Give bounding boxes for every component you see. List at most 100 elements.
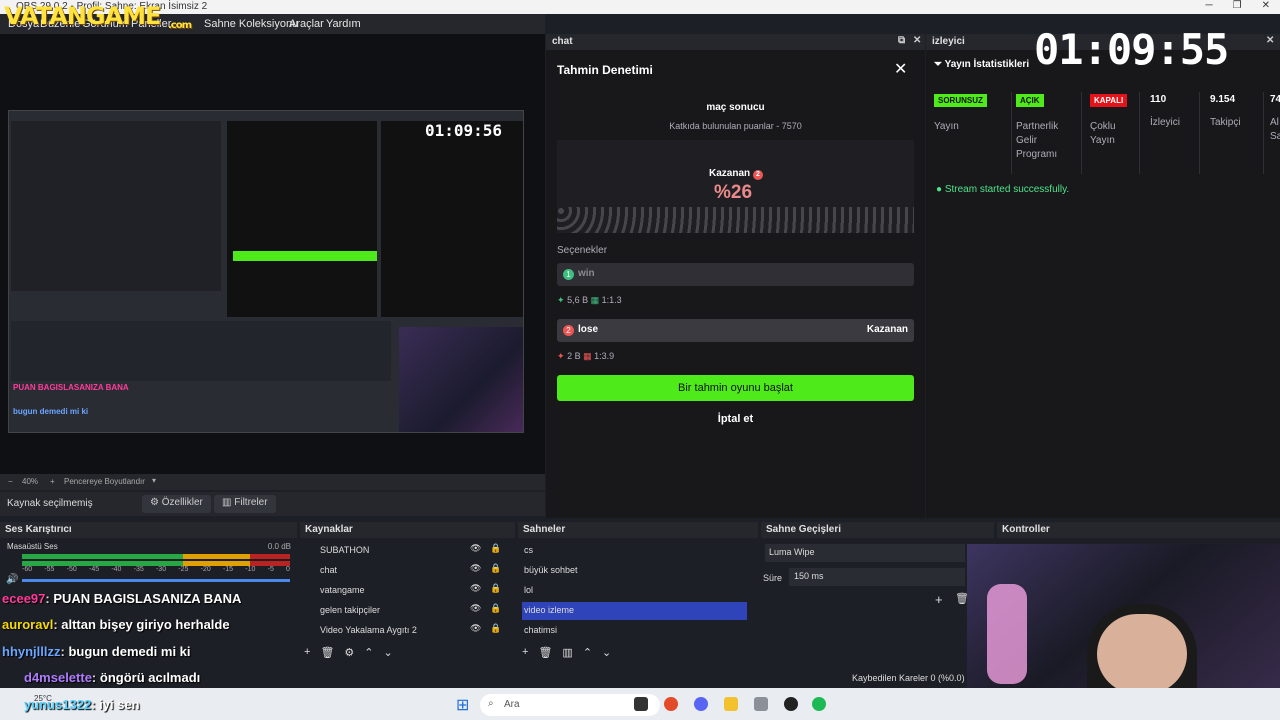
search-icon: ⌕ bbox=[488, 698, 494, 709]
source-item[interactable]: vatangame 👁 🔒 bbox=[304, 582, 511, 600]
source-item[interactable]: chat 👁 🔒 bbox=[304, 562, 511, 580]
gear-icon: ⚙ bbox=[150, 497, 162, 508]
fit-dropdown-icon[interactable]: ▾ bbox=[152, 476, 156, 485]
add-icon[interactable]: + bbox=[304, 646, 310, 659]
meter-scale: -60 -55 -50 -45 -40 -35 -30 -25 -20 -15 -10 -5 0 bbox=[22, 566, 290, 573]
stream-status-message: ● Stream started successfully. bbox=[936, 184, 1070, 195]
no-source-label: Kaynak seçilmemiş bbox=[7, 498, 93, 509]
volume-meter bbox=[22, 554, 290, 559]
option-number: 2 bbox=[563, 325, 574, 336]
option-lose[interactable]: 2 lose Kazanan bbox=[557, 319, 914, 342]
arrow-up-icon[interactable]: ⌃ bbox=[583, 646, 592, 659]
taskbar-search[interactable]: ⌕ Ara bbox=[480, 694, 660, 716]
scenes-toolbar: + 🗑 ▥ ⌃ ⌄ bbox=[522, 646, 611, 659]
eye-icon[interactable]: 👁 bbox=[470, 623, 481, 634]
menu-tools[interactable]: Araçlar bbox=[289, 18, 324, 30]
chat-overlay-line: d4mselette: öngörü acılmadı bbox=[24, 670, 201, 685]
sources-title: Kaynaklar bbox=[305, 524, 353, 535]
option-winner-tag: Kazanan bbox=[866, 324, 908, 335]
start-prediction-button[interactable]: Bir tahmin oyunu başlat bbox=[557, 375, 914, 401]
lock-icon[interactable]: 🔒 bbox=[490, 603, 501, 614]
volume-slider[interactable] bbox=[22, 579, 290, 582]
chat-dock: chat ⧉ ✕ Tahmin Denetimi ✕ maç sonucu Ka… bbox=[546, 34, 925, 518]
steam-icon[interactable] bbox=[754, 697, 768, 711]
source-item[interactable]: Video Yakalama Aygıtı 2 👁 🔒 bbox=[304, 622, 511, 640]
menu-help[interactable]: Yardım bbox=[326, 18, 361, 30]
chat-overlay-line: ecee97: PUAN BAGISLASANIZA BANA bbox=[2, 591, 242, 606]
lock-icon[interactable]: 🔒 bbox=[490, 543, 501, 554]
properties-button[interactable]: ⚙ Özellikler bbox=[142, 495, 211, 513]
stream-preview[interactable]: 01:09:56 PUAN BAGISLASANIZA BANA bugun d… bbox=[0, 34, 545, 474]
preview-timer: 01:09:56 bbox=[425, 121, 503, 140]
stream-stats-title: ⏷ Yayın İstatistikleri bbox=[934, 59, 1030, 70]
chevron-down-icon[interactable]: ⏷ bbox=[934, 59, 942, 70]
source-item[interactable]: gelen takipçiler 👁 🔒 bbox=[304, 602, 511, 620]
spotify-icon[interactable] bbox=[812, 697, 826, 711]
arrow-down-icon[interactable]: ⌄ bbox=[602, 646, 611, 659]
filter-icon[interactable]: ▥ bbox=[562, 646, 572, 659]
close-window-icon[interactable]: ✕ bbox=[1262, 0, 1270, 11]
zoom-in-icon[interactable]: + bbox=[50, 477, 55, 486]
fit-window-button[interactable]: Pencereye Boyutlandır bbox=[64, 477, 145, 486]
close-icon[interactable]: ✕ bbox=[894, 59, 907, 79]
transition-select[interactable]: Luma Wipe bbox=[765, 544, 965, 562]
chrome-icon[interactable] bbox=[664, 697, 678, 711]
cancel-button[interactable]: İptal et bbox=[546, 413, 925, 425]
close-dock-icon[interactable]: ✕ bbox=[1266, 35, 1274, 46]
dropped-frames: Kaybedilen Kareler 0 (%0.0) bbox=[852, 673, 965, 683]
add-icon[interactable]: + bbox=[935, 592, 943, 607]
duration-input[interactable]: 150 ms bbox=[789, 568, 965, 586]
scene-item-selected[interactable]: video izleme bbox=[522, 602, 747, 620]
obs-icon[interactable] bbox=[784, 697, 798, 711]
maximize-icon[interactable]: ❐ bbox=[1233, 0, 1242, 11]
eye-icon[interactable]: 👁 bbox=[470, 603, 481, 614]
option-label: lose bbox=[578, 324, 599, 335]
prediction-heading: maç sonucu bbox=[706, 102, 765, 113]
trash-icon[interactable]: 🗑 bbox=[320, 646, 334, 659]
chat-overlay-line: hhynjlllzz: bugun demedi mi ki bbox=[2, 644, 191, 659]
source-item[interactable]: SUBATHON 👁 🔒 bbox=[304, 542, 511, 560]
preview-webcam bbox=[399, 327, 523, 432]
eye-icon[interactable]: 👁 bbox=[470, 583, 481, 594]
minimize-icon[interactable]: ─ bbox=[1206, 0, 1213, 11]
transitions-dock: Sahne Geçişleri Luma Wipe Süre 150 ms + … bbox=[761, 522, 994, 667]
close-dock-icon[interactable]: ✕ bbox=[913, 35, 921, 46]
chat-dock-title: chat bbox=[552, 36, 573, 47]
gear-icon[interactable]: ⚙ bbox=[344, 646, 354, 659]
option-label: win bbox=[578, 268, 595, 279]
prediction-graph: Kazanan 2 %26 bbox=[557, 140, 914, 233]
scene-item[interactable]: cs bbox=[522, 542, 747, 560]
add-icon[interactable]: + bbox=[522, 646, 528, 659]
scene-item[interactable]: lol bbox=[522, 582, 747, 600]
windows-start-icon[interactable]: ⊞ bbox=[456, 695, 469, 715]
eye-icon[interactable]: 👁 bbox=[470, 563, 481, 574]
lock-icon[interactable]: 🔒 bbox=[490, 623, 501, 634]
scene-item[interactable]: chatimsi bbox=[522, 622, 747, 640]
undock-icon[interactable]: ⧉ bbox=[898, 35, 905, 46]
zoom-out-icon[interactable]: − bbox=[8, 477, 13, 486]
task-view-icon[interactable] bbox=[634, 697, 648, 711]
preview-chat-line: PUAN BAGISLASANIZA BANA bbox=[13, 383, 129, 392]
lock-icon[interactable]: 🔒 bbox=[490, 563, 501, 574]
eye-icon[interactable]: 👁 bbox=[470, 543, 481, 554]
filters-button[interactable]: ▥ Filtreler bbox=[214, 495, 276, 513]
lock-icon[interactable]: 🔒 bbox=[490, 583, 501, 594]
arrow-up-icon[interactable]: ⌃ bbox=[364, 646, 373, 659]
chat-overlay-line: yunus1322: iyi sen bbox=[24, 697, 140, 712]
menu-scene-collection[interactable]: Sahne Koleksiyonu bbox=[204, 18, 298, 30]
stat-multistream: KAPALI Çoklu Yayın bbox=[1082, 92, 1140, 174]
arrow-down-icon[interactable]: ⌄ bbox=[384, 646, 393, 659]
speaker-icon[interactable]: 🔊 bbox=[6, 574, 18, 585]
chat-overlay-line: auroravl: alttan bişey giriyo herhalde bbox=[2, 617, 230, 632]
scenes-dock: Sahneler cs büyük sohbet lol video izlem… bbox=[518, 522, 758, 667]
option-win[interactable]: 1 win bbox=[557, 263, 914, 286]
scene-item[interactable]: büyük sohbet bbox=[522, 562, 747, 580]
preview-zoom-row: − 40% + Pencereye Boyutlandır ▾ bbox=[0, 474, 545, 490]
stat-viewers: 110 İzleyici bbox=[1140, 92, 1200, 174]
trash-icon[interactable]: 🗑 bbox=[538, 646, 552, 659]
discord-icon[interactable] bbox=[694, 697, 708, 711]
source-toolbar: Kaynak seçilmemiş ⚙ Özellikler ▥ Filtrel… bbox=[0, 492, 545, 516]
options-label: Seçenekler bbox=[557, 245, 608, 256]
preview-canvas: 01:09:56 PUAN BAGISLASANIZA BANA bugun d… bbox=[8, 110, 524, 433]
file-explorer-icon[interactable] bbox=[724, 697, 738, 711]
